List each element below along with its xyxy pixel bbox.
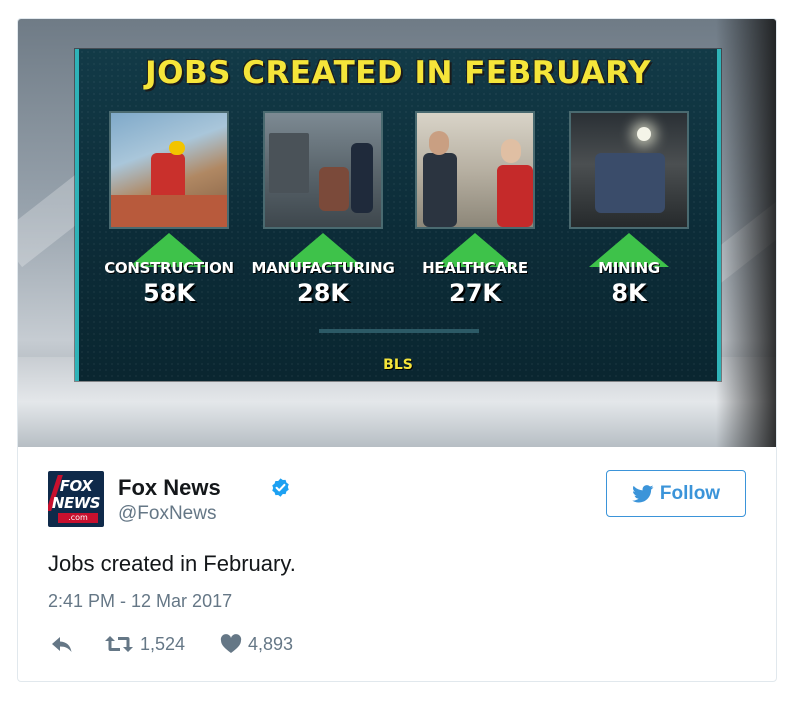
- healthcare-photo: [415, 111, 535, 229]
- retweet-icon: [105, 636, 133, 652]
- tweet-text: Jobs created in February.: [48, 551, 296, 576]
- like-count: 4,893: [248, 633, 294, 654]
- tweet-media-image[interactable]: JOBS CREATED IN FEBRUARY CONSTRUCTION 58…: [18, 19, 776, 447]
- reply-button[interactable]: [50, 629, 74, 659]
- verified-badge-icon: [272, 478, 289, 497]
- follow-button-label: Follow: [659, 482, 721, 504]
- avatar-logo-text: .com: [58, 513, 98, 523]
- twitter-bird-icon: [632, 484, 654, 502]
- stat-value-construction: 58K: [143, 279, 195, 307]
- mining-photo: [569, 111, 689, 229]
- construction-photo: [109, 111, 229, 229]
- author-display-name[interactable]: Fox News: [118, 475, 221, 501]
- jobs-graphic: JOBS CREATED IN FEBRUARY CONSTRUCTION 58…: [75, 49, 721, 381]
- stat-value-mining: 8K: [611, 279, 647, 307]
- manufacturing-photo: [263, 111, 383, 229]
- stat-value-healthcare: 27K: [449, 279, 501, 307]
- author-handle[interactable]: @FoxNews: [118, 503, 216, 525]
- stat-value-manufacturing: 28K: [297, 279, 349, 307]
- graphic-divider: [319, 329, 479, 333]
- avatar-logo-text: NEWS: [51, 494, 101, 512]
- tweet-card: JOBS CREATED IN FEBRUARY CONSTRUCTION 58…: [17, 18, 777, 682]
- follow-button[interactable]: Follow: [606, 470, 746, 517]
- tweet-timestamp[interactable]: 2:41 PM - 12 Mar 2017: [48, 591, 232, 612]
- reply-icon: [52, 637, 72, 652]
- like-button[interactable]: 4,893: [220, 629, 293, 659]
- stat-label-healthcare: HEALTHCARE: [422, 259, 528, 277]
- heart-icon: [220, 634, 242, 653]
- studio-edge: [716, 19, 776, 447]
- stat-label-manufacturing: MANUFACTURING: [251, 259, 395, 277]
- stat-label-mining: MINING: [598, 259, 660, 277]
- tweet-author: FOX NEWS .com Fox News @FoxNews: [48, 471, 448, 527]
- retweet-button[interactable]: 1,524: [104, 629, 185, 659]
- tweet-actions: 1,524 4,893: [48, 629, 448, 659]
- retweet-count: 1,524: [140, 633, 186, 654]
- graphic-title: JOBS CREATED IN FEBRUARY: [145, 55, 651, 91]
- graphic-source: BLS: [383, 357, 413, 373]
- stat-label-construction: CONSTRUCTION: [104, 259, 234, 277]
- avatar-logo-text: FOX: [59, 477, 93, 495]
- avatar[interactable]: FOX NEWS .com: [48, 471, 104, 527]
